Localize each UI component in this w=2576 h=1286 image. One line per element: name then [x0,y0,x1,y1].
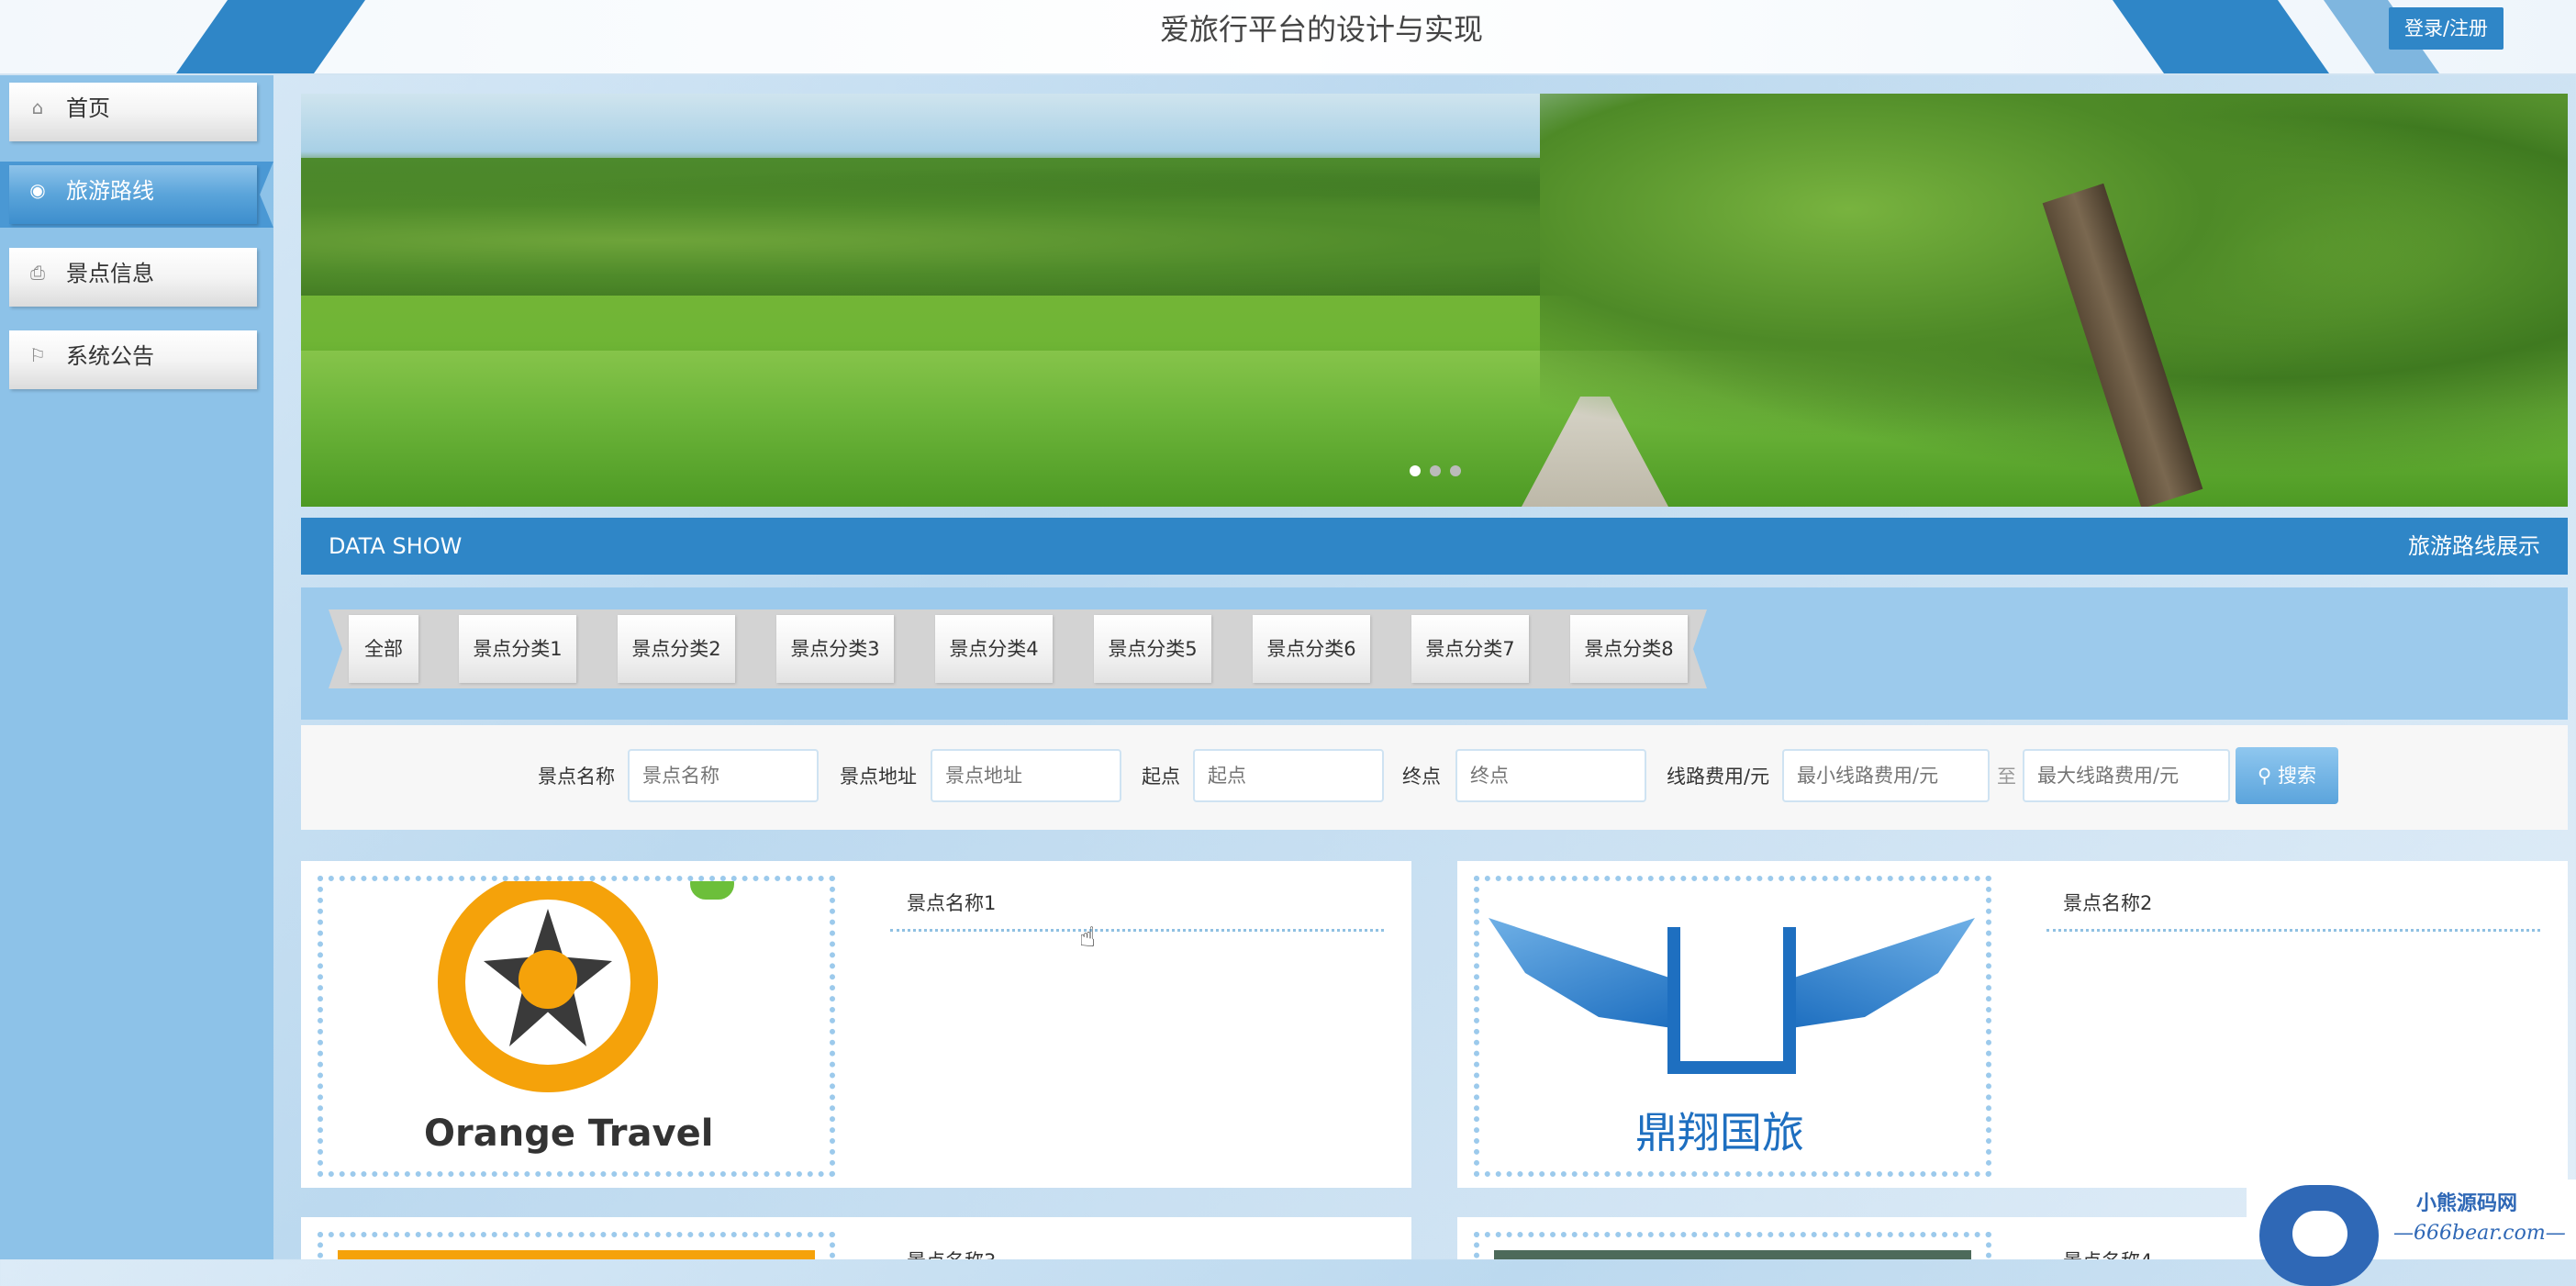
start-label: 起点 [1142,766,1180,788]
site-title: 爱旅行平台的设计与实现 [1159,12,1483,47]
end-label: 终点 [1402,766,1441,788]
header-decor-right [2112,0,2330,73]
sidebar-item-label: 系统公告 [66,343,154,369]
category-tab-6[interactable]: 景点分类6 [1253,615,1370,683]
route-card[interactable]: 景点名称3 [301,1217,1411,1259]
name-label: 景点名称 [538,766,615,788]
min-cost-input[interactable] [1782,749,1990,802]
home-icon: ⌂ [31,96,44,118]
flag-icon: ⚐ [29,344,46,366]
header-decor-left [175,0,366,73]
carousel-dot-2[interactable] [1430,465,1441,476]
category-tab-7[interactable]: 景点分类7 [1411,615,1529,683]
route-card-title[interactable]: 景点名称1 [907,889,996,916]
sidebar-item-label: 首页 [66,95,110,121]
address-label: 景点地址 [840,766,917,788]
address-input[interactable] [931,749,1121,802]
sidebar: ⌂ 首页 ◉ 旅游路线 ⎙ 景点信息 ⚐ 系统公告 [0,75,273,1259]
category-tab-all[interactable]: 全部 [349,615,418,683]
search-icon: ⚲ [2257,765,2279,787]
search-form: 景点名称 景点地址 起点 终点 线路费用/元 至 ⚲ 搜索 [301,725,2568,830]
search-button[interactable]: ⚲ 搜索 [2236,747,2338,804]
search-button-label: 搜索 [2278,765,2317,787]
route-card-title[interactable]: 景点名称4 [2063,1247,2152,1259]
globe-icon: ◉ [29,179,46,201]
banner-trees [1540,94,2568,479]
range-separator: 至 [1997,766,2016,788]
hand-cursor-icon: ☝ [1079,922,1097,954]
route-card-title[interactable]: 景点名称2 [2063,889,2152,916]
category-filter: 全部 景点分类1 景点分类2 景点分类3 景点分类4 景点分类5 景点分类6 景… [301,587,2568,720]
category-tab-8[interactable]: 景点分类8 [1570,615,1688,683]
sidebar-item-announcements[interactable]: ⚐ 系统公告 [0,327,273,393]
category-tab-3[interactable]: 景点分类3 [776,615,894,683]
route-card-title[interactable]: 景点名称3 [907,1247,996,1259]
end-input[interactable] [1455,749,1646,802]
section-title-en: DATA SHOW [329,533,463,559]
top-header: 爱旅行平台的设计与实现 登录/注册 [0,0,2576,75]
sidebar-item-travel-routes[interactable]: ◉ 旅游路线 [0,162,273,228]
logo-text: Orange Travel [424,1113,714,1155]
route-card[interactable]: 鼎翔国旅 景点名称2 [1457,861,2568,1188]
carousel-dot-3[interactable] [1450,465,1461,476]
carousel-dot-1[interactable] [1410,465,1421,476]
sidebar-item-home[interactable]: ⌂ 首页 [0,79,273,145]
sidebar-item-attractions[interactable]: ⎙ 景点信息 [0,244,273,310]
wing-left-shape [1489,918,1672,1028]
start-input[interactable] [1193,749,1384,802]
max-cost-input[interactable] [2023,749,2230,802]
route-card-image[interactable]: 鼎翔国旅 [1474,876,1991,1177]
section-title-cn: 旅游路线展示 [2408,533,2540,559]
route-card[interactable]: Orange Travel 景点名称1 [301,861,1411,1188]
watermark-title: 小熊源码网 [2416,1191,2518,1215]
sidebar-item-label: 景点信息 [66,261,154,286]
section-header: DATA SHOW 旅游路线展示 [301,518,2568,575]
watermark: 小熊源码网 —666bear.com— [2247,1180,2576,1286]
route-card-image[interactable]: Orange Travel [318,876,835,1177]
watermark-url: —666bear.com— [2393,1222,2566,1245]
name-input[interactable] [628,749,819,802]
logo-mark [1667,927,1796,1074]
wing-right-shape [1791,918,1975,1028]
banner-carousel[interactable] [301,94,2568,507]
sidebar-item-label: 旅游路线 [66,178,154,204]
cost-label: 线路费用/元 [1667,766,1770,788]
divider [890,929,1384,932]
category-tab-2[interactable]: 景点分类2 [618,615,735,683]
category-tab-4[interactable]: 景点分类4 [935,615,1053,683]
divider [2046,929,2540,932]
carousel-dots [1410,463,1470,480]
login-register-button[interactable]: 登录/注册 [2389,7,2504,50]
logo-text: 鼎翔国旅 [1635,1108,1804,1157]
category-tab-1[interactable]: 景点分类1 [459,615,576,683]
category-tab-5[interactable]: 景点分类5 [1094,615,1211,683]
printer-icon: ⎙ [30,262,45,284]
